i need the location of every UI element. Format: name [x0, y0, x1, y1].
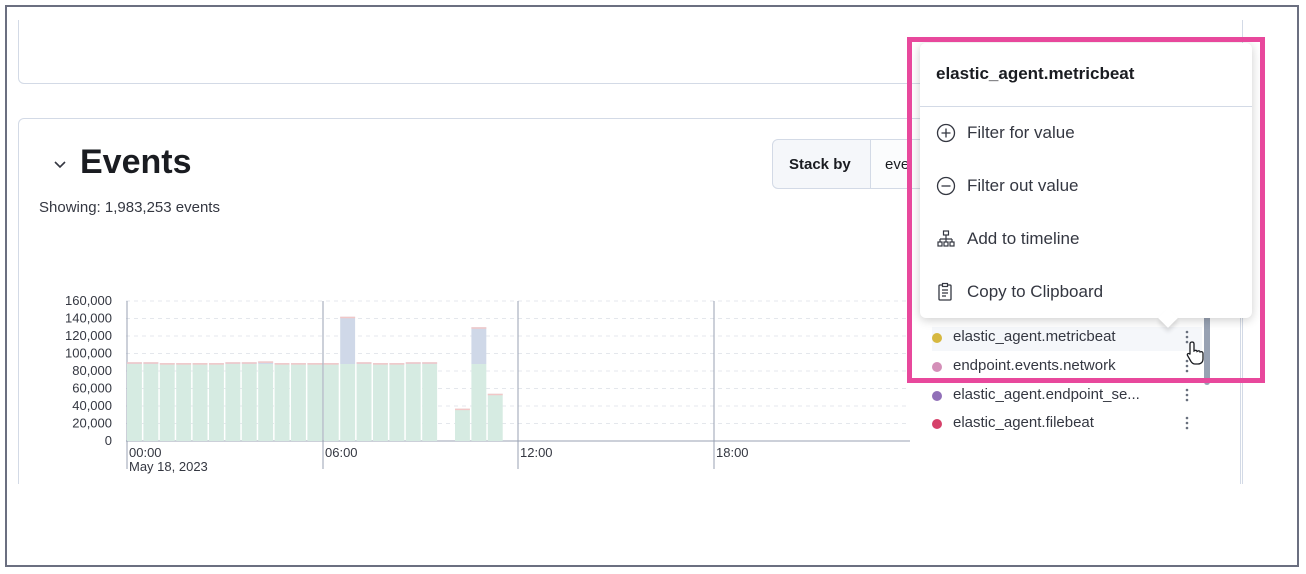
filter-for-value-button[interactable]: Filter for value	[936, 118, 1236, 148]
bar	[340, 364, 356, 441]
bar-edge	[127, 362, 142, 364]
plus-circle-icon	[936, 123, 956, 143]
bar-edge	[209, 363, 224, 365]
legend-item[interactable]: endpoint.events.network	[932, 356, 1202, 380]
bar-edge	[340, 316, 356, 319]
y-tick-label: 100,000	[65, 346, 112, 361]
chevron-down-icon[interactable]	[50, 154, 70, 174]
filter-for-value-label: Filter for value	[967, 123, 1075, 142]
bar-edge	[307, 363, 323, 365]
clipboard-icon	[938, 282, 952, 301]
x-tick-label: 18:00	[716, 445, 749, 460]
bar	[209, 364, 224, 441]
minus-circle-icon	[936, 176, 956, 196]
popover-title: elastic_agent.metricbeat	[936, 64, 1135, 83]
y-tick-label: 140,000	[65, 311, 112, 326]
x-sublabel: May 18, 2023	[129, 459, 208, 474]
x-tick-label: 12:00	[520, 445, 553, 460]
bar-edge	[291, 363, 306, 365]
legend-label: elastic_agent.filebeat	[953, 414, 1094, 431]
bar	[176, 364, 192, 441]
events-histogram: 160,000 140,000 120,000 100,000 80,000 60,000…	[40, 290, 920, 480]
bar-edge	[422, 362, 438, 364]
bar	[323, 364, 339, 441]
legend-color-dot	[932, 362, 942, 372]
legend-label: endpoint.events.network	[953, 357, 1116, 374]
copy-to-clipboard-button[interactable]: Copy to Clipboard	[936, 277, 1236, 307]
legend-item[interactable]: elastic_agent.metricbeat	[932, 327, 1202, 351]
bar-segment-top	[471, 327, 487, 364]
bar	[192, 364, 208, 441]
bar-edge	[258, 361, 274, 363]
legend-item[interactable]: elastic_agent.endpoint_se...	[932, 385, 1202, 409]
bar-edge	[373, 363, 388, 365]
bar	[487, 393, 503, 441]
bar	[258, 364, 274, 441]
y-tick-label: 160,000	[65, 293, 112, 308]
stack-by-label: Stack by	[789, 156, 851, 173]
bar-edge	[192, 363, 208, 365]
bar	[389, 364, 405, 441]
bar-edge	[323, 363, 339, 365]
bar-edge	[176, 363, 192, 365]
legend-color-dot	[932, 333, 942, 343]
bar	[143, 364, 159, 441]
bar-edge	[225, 362, 241, 364]
legend-color-dot	[932, 419, 942, 429]
bar	[274, 364, 290, 441]
more-actions-icon[interactable]	[1184, 415, 1190, 431]
legend-actions-popover: elastic_agent.metricbeat Filter for valu…	[920, 43, 1252, 328]
x-tick-label: 06:00	[325, 445, 358, 460]
bar	[225, 364, 241, 441]
y-tick-label: 40,000	[72, 398, 112, 413]
x-tick-label: 00:00	[129, 445, 162, 460]
bar-edge	[455, 408, 470, 411]
popover-divider	[920, 106, 1252, 107]
y-tick-label: 60,000	[72, 381, 112, 396]
legend-label: elastic_agent.metricbeat	[953, 328, 1116, 345]
cropped-area	[10, 484, 1296, 564]
bar-edge	[274, 363, 290, 365]
bar-edge	[356, 362, 372, 364]
bar	[471, 364, 487, 441]
legend-color-dot	[932, 391, 942, 401]
bar-segment-top	[340, 316, 356, 364]
bar-edge	[159, 363, 175, 365]
bar	[405, 364, 421, 441]
timeline-icon	[937, 230, 955, 247]
hand-cursor-icon	[1186, 341, 1204, 365]
filter-out-value-button[interactable]: Filter out value	[936, 171, 1236, 201]
add-to-timeline-button[interactable]: Add to timeline	[936, 224, 1236, 254]
histogram-svg: 160,000 140,000 120,000 100,000 80,000 60,000…	[65, 293, 910, 474]
events-title: Events	[80, 143, 192, 181]
filter-out-value-label: Filter out value	[967, 176, 1079, 195]
bar	[422, 364, 438, 441]
add-to-timeline-label: Add to timeline	[967, 229, 1080, 248]
bar	[356, 364, 372, 441]
bar-edge	[389, 363, 405, 365]
bar-edge	[241, 362, 257, 364]
bar-edge	[143, 362, 159, 364]
bar-edge	[405, 362, 421, 364]
bar	[455, 408, 470, 441]
legend-item[interactable]: elastic_agent.filebeat	[932, 413, 1202, 437]
y-tick-label: 120,000	[65, 328, 112, 343]
bar	[127, 364, 142, 441]
y-tick-label: 80,000	[72, 363, 112, 378]
bar	[241, 364, 257, 441]
y-tick-label: 0	[105, 433, 112, 448]
bar	[307, 364, 323, 441]
copy-to-clipboard-label: Copy to Clipboard	[967, 282, 1104, 301]
bar	[373, 364, 388, 441]
bar	[291, 364, 306, 441]
more-actions-icon[interactable]	[1184, 387, 1190, 403]
bar-edge	[471, 327, 487, 329]
events-count: Showing: 1,983,253 events	[39, 199, 220, 216]
y-tick-label: 20,000	[72, 416, 112, 431]
bar-edge	[487, 393, 503, 396]
bar	[159, 364, 175, 441]
legend-label: elastic_agent.endpoint_se...	[953, 386, 1140, 403]
